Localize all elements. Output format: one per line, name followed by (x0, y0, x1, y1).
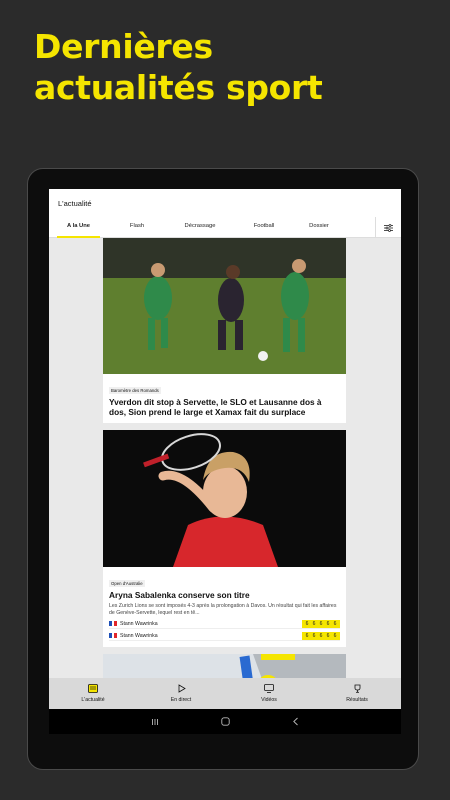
nav-label: En direct (170, 697, 192, 703)
player-name: Stann Wawrinka (120, 632, 158, 639)
hero-title-line1: Dernières (34, 27, 213, 66)
page-title: L'actualité (58, 199, 92, 208)
nav-item-resultats[interactable]: Résultats (313, 678, 401, 709)
bottom-nav: L'actualité En direct Vidéos Résultats (49, 678, 401, 709)
nav-item-actualite[interactable]: L'actualité (49, 678, 137, 709)
nav-label: Vidéos (261, 697, 277, 703)
set-scores: 6 6 6 6 6 (302, 619, 340, 628)
set-score: 6 (305, 632, 309, 639)
recents-icon[interactable] (151, 713, 159, 731)
tab-football[interactable]: Football (242, 217, 286, 238)
news-icon (88, 684, 98, 695)
home-icon[interactable] (221, 713, 230, 731)
set-score: 6 (305, 620, 309, 627)
nav-item-en-direct[interactable]: En direct (137, 678, 225, 709)
tab-bar: A la Une Flash Décrassage Football Dossi… (49, 217, 401, 238)
back-icon[interactable] (292, 713, 299, 731)
hero-title-line2: actualités sport (34, 68, 323, 107)
trophy-icon (353, 684, 362, 695)
news-feed: Baromètre des Romands Yverdon dit stop à… (103, 238, 346, 731)
set-score: 6 (333, 620, 337, 627)
hero-title: Dernières actualités sport (34, 26, 424, 108)
set-score: 6 (312, 620, 316, 627)
set-score: 6 (326, 632, 330, 639)
article-card[interactable]: Baromètre des Romands Yverdon dit stop à… (103, 238, 346, 423)
france-flag-icon (109, 633, 118, 639)
article-headline: Aryna Sabalenka conserve son titre (109, 590, 250, 600)
tennis-player-photo (103, 430, 346, 567)
set-scores: 6 6 6 6 6 (302, 631, 340, 640)
article-kicker: Baromètre des Romands (109, 387, 161, 394)
football-match-photo (103, 238, 346, 374)
article-card[interactable]: Open d'Australie Aryna Sabalenka conserv… (103, 430, 346, 648)
article-kicker: Open d'Australie (109, 580, 145, 587)
app-screen: L'actualité A la Une Flash Décrassage Fo… (49, 189, 401, 734)
player-name: Stann Wawrinka (120, 620, 158, 627)
tab-decrassage[interactable]: Décrassage (175, 217, 225, 238)
set-score: 6 (319, 632, 323, 639)
filter-sliders-icon[interactable] (375, 217, 401, 238)
article-summary: Les Zurich Lions se sont imposés 4-3 apr… (109, 603, 337, 617)
set-score: 6 (333, 632, 337, 639)
set-score: 6 (326, 620, 330, 627)
nav-label: Résultats (346, 697, 368, 703)
score-row[interactable]: Stann Wawrinka 6 6 6 6 6 (109, 631, 340, 642)
tab-dossier[interactable]: Dossier (300, 217, 338, 238)
nav-item-videos[interactable]: Vidéos (225, 678, 313, 709)
article-headline: Yverdon dit stop à Servette, le SLO et L… (109, 397, 322, 417)
score-row[interactable]: Stann Wawrinka 6 6 6 6 6 (109, 619, 340, 630)
set-score: 6 (312, 632, 316, 639)
tab-a-la-une[interactable]: A la Une (57, 217, 100, 238)
app-bar: L'actualité (49, 189, 401, 217)
tab-flash[interactable]: Flash (118, 217, 156, 238)
play-icon (177, 684, 186, 695)
nav-label: L'actualité (81, 697, 105, 703)
set-score: 6 (319, 620, 323, 627)
france-flag-icon (109, 621, 118, 627)
video-icon (264, 684, 274, 695)
system-nav-bar (49, 709, 401, 734)
tablet-frame: L'actualité A la Une Flash Décrassage Fo… (27, 168, 419, 770)
